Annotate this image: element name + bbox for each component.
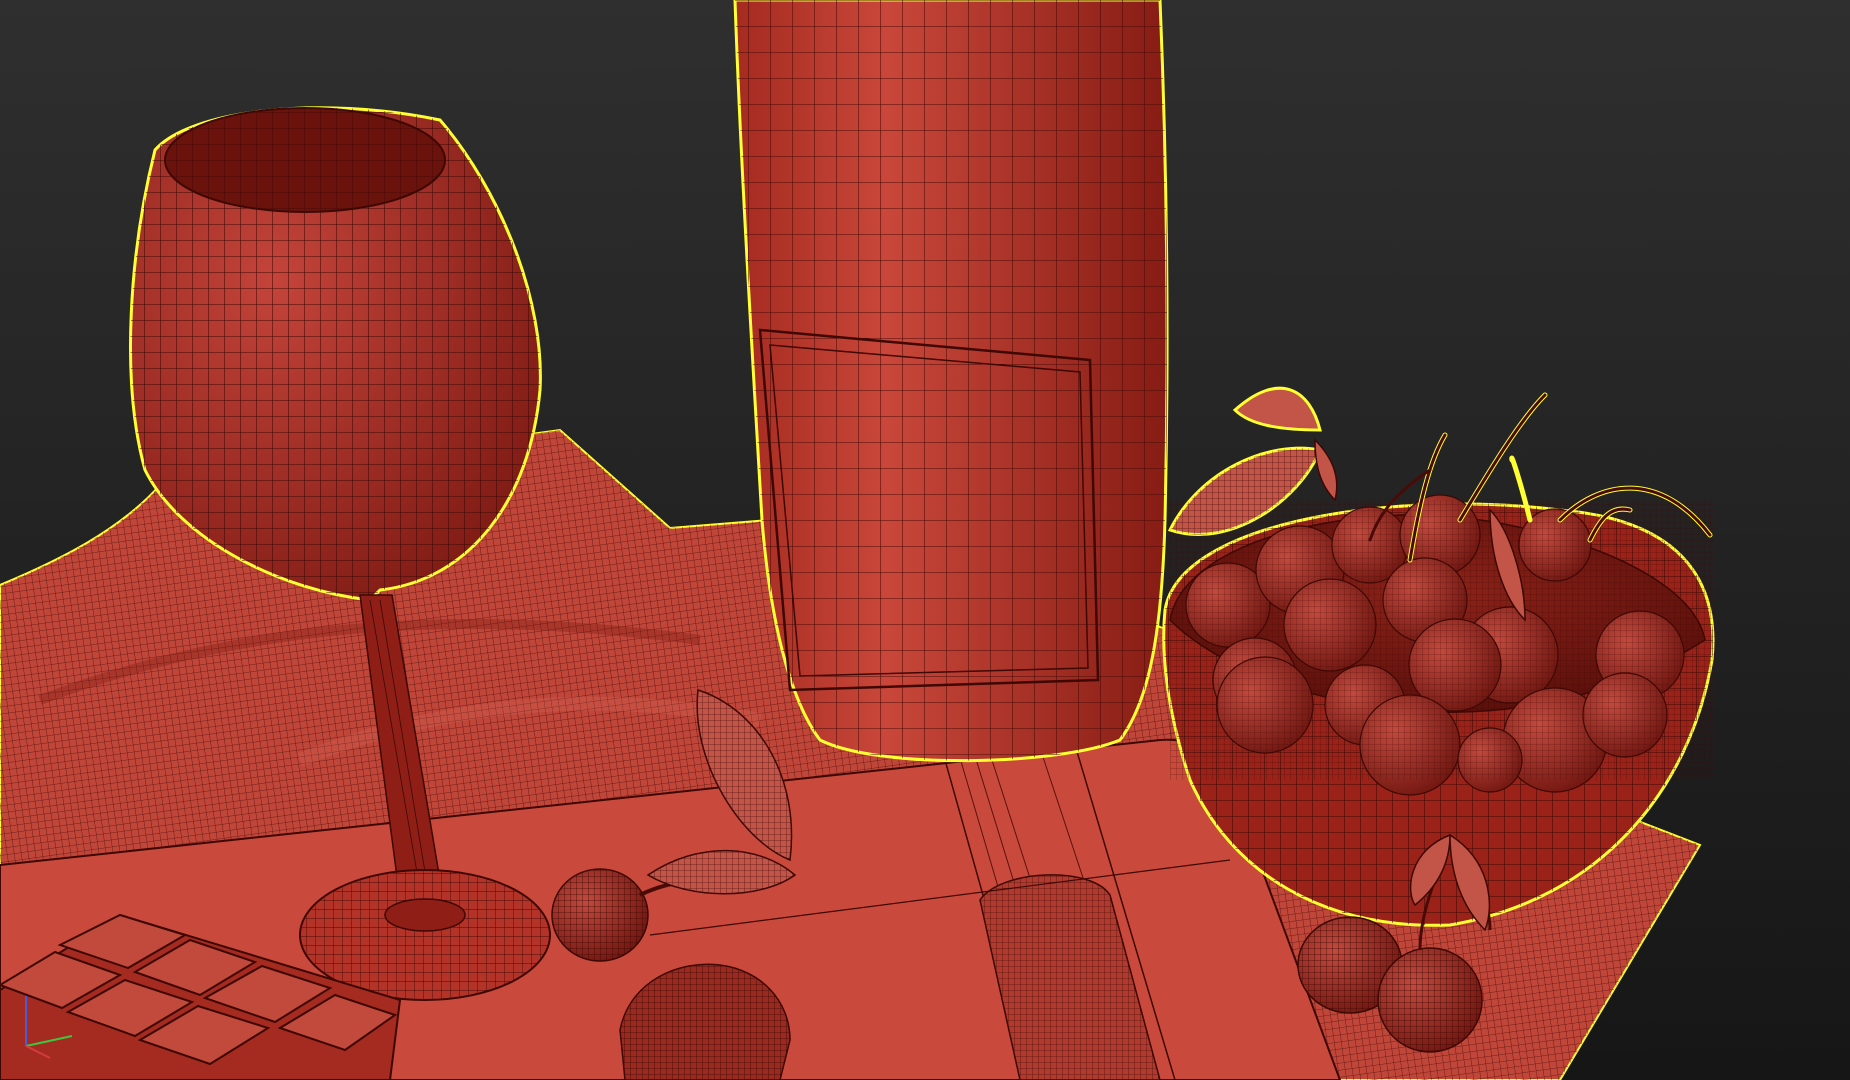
- y-axis-icon: [25, 1035, 73, 1047]
- axis-gizmo-icon: [25, 996, 73, 1059]
- viewport-scene[interactable]: [0, 0, 1850, 1080]
- 3d-viewport[interactable]: [0, 0, 1850, 1080]
- wine-bottle-mesh[interactable]: [733, 0, 1169, 763]
- x-axis-icon: [25, 1045, 51, 1059]
